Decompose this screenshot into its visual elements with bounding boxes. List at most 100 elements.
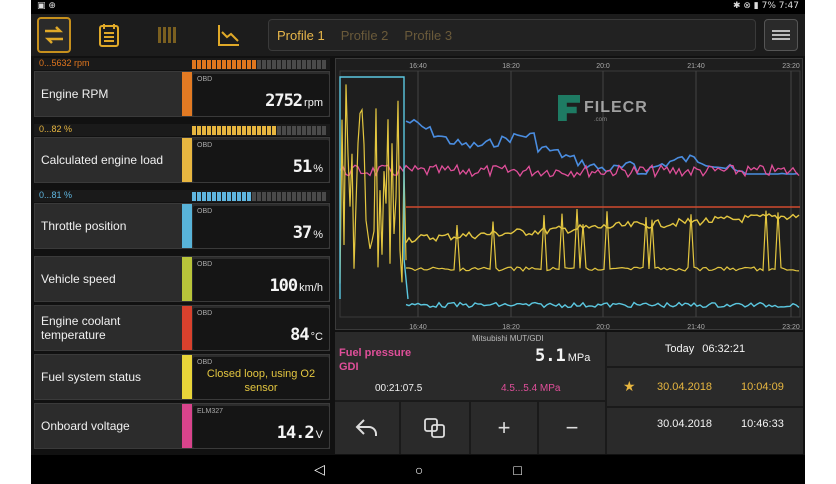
- gauge-label: Throttle position: [41, 219, 127, 233]
- level-segment: [197, 60, 201, 69]
- gauge-value-box: OBD Closed loop, using O2 sensor: [193, 357, 329, 399]
- level-segment: [262, 60, 266, 69]
- value-unit: %: [313, 163, 323, 175]
- info-panel: Fuel pressure GDI Mitsubishi MUT/GDI 5.1…: [335, 332, 803, 454]
- gauge-coolant-temperature[interactable]: Engine coolant temperature OBD 84 °C: [34, 305, 330, 351]
- value-number: 100: [269, 276, 298, 296]
- level-segment: [257, 126, 261, 135]
- color-strip: [182, 257, 192, 301]
- tick-label: 16:40: [409, 63, 427, 70]
- back-button[interactable]: [335, 402, 399, 454]
- level-segment: [207, 192, 211, 201]
- throttle-range: 0...81 %: [39, 190, 73, 200]
- starred-session-row[interactable]: ★ 30.04.2018 10:04:09: [607, 368, 803, 406]
- level-segment: [282, 192, 286, 201]
- sheet-button[interactable]: [87, 17, 131, 53]
- level-segment: [272, 192, 276, 201]
- fuel-source: Mitsubishi MUT/GDI: [472, 334, 544, 343]
- throttle-level-bar: [192, 192, 328, 201]
- tab-profile-2[interactable]: Profile 2: [341, 28, 389, 43]
- tab-profile-1[interactable]: Profile 1: [277, 28, 325, 43]
- level-segment: [222, 60, 226, 69]
- watermark-logo: [558, 95, 580, 121]
- gauge-label: Fuel system status: [41, 370, 142, 384]
- rpm-level-bar: [192, 60, 328, 69]
- level-segment: [222, 126, 226, 135]
- value-unit: rpm: [304, 97, 323, 109]
- level-segment: [242, 60, 246, 69]
- level-segment: [247, 192, 251, 201]
- gauge-engine-rpm[interactable]: Engine RPM OBD 2752 rpm: [34, 71, 330, 117]
- trend-chart[interactable]: 16:40 18:20 20:0 21:40 23:20 16:40 18:20 20:0 2…: [335, 58, 803, 331]
- gauge-value-box: OBD 37%: [193, 206, 329, 248]
- gauge-source: OBD: [197, 142, 213, 149]
- level-segment: [222, 192, 226, 201]
- value-number: 2752: [265, 91, 303, 111]
- level-segment: [232, 60, 236, 69]
- gauge-value: 2752 rpm: [265, 91, 323, 111]
- value-number: 51: [292, 157, 313, 177]
- series-line-pink: [339, 163, 800, 179]
- gauge-throttle-position[interactable]: Throttle position OBD 37%: [34, 203, 330, 249]
- tick-label: 23:20: [782, 324, 800, 331]
- notification-icons: ▣ ⊕: [37, 1, 56, 11]
- sheet-icon: [99, 24, 119, 47]
- graph-button[interactable]: [207, 17, 251, 53]
- gauge-value-box: ELM327 14.2 V: [193, 406, 329, 448]
- clock: 7:47: [778, 1, 799, 11]
- session-row[interactable]: 30.04.2018 10:46:33: [607, 408, 803, 454]
- zoom-out-button[interactable]: −: [539, 402, 605, 454]
- level-segment: [247, 60, 251, 69]
- tab-profile-3[interactable]: Profile 3: [404, 28, 452, 43]
- status-bar: ▣ ⊕ ✱ ⊗ ▮ 7% 7:47: [31, 0, 805, 14]
- menu-button[interactable]: [764, 19, 798, 51]
- gauge-vehicle-speed[interactable]: Vehicle speed OBD 100 km/h: [34, 256, 330, 302]
- fuel-pressure-panel[interactable]: Fuel pressure GDI Mitsubishi MUT/GDI 5.1…: [335, 332, 605, 400]
- grid-button[interactable]: [145, 17, 189, 53]
- recents-icon[interactable]: □: [513, 462, 521, 478]
- gauge-source: OBD: [197, 310, 213, 317]
- elapsed-duration: 00:21:07.5: [375, 383, 423, 394]
- zoom-in-button[interactable]: +: [471, 402, 537, 454]
- level-segment: [237, 192, 241, 201]
- today-row[interactable]: Today 06:32:21: [607, 332, 803, 366]
- gauge-value-box: OBD 51%: [193, 140, 329, 182]
- level-segment: [212, 60, 216, 69]
- fuel-range: 4.5...5.4 MPa: [501, 383, 561, 394]
- level-segment: [242, 192, 246, 201]
- menu-icon: [772, 28, 790, 42]
- graph-icon: [218, 25, 239, 46]
- back-icon[interactable]: ◁: [314, 461, 325, 478]
- tick-label: 20:0: [596, 324, 610, 331]
- gauge-engine-load[interactable]: Calculated engine load OBD 51%: [34, 137, 330, 183]
- gauge-text-value: Closed loop, using O2 sensor: [206, 368, 316, 394]
- value-unit: V: [315, 429, 323, 441]
- level-segment: [207, 126, 211, 135]
- level-segment: [237, 60, 241, 69]
- level-segment: [317, 192, 321, 201]
- level-segment: [307, 60, 311, 69]
- level-segment: [212, 192, 216, 201]
- level-segment: [302, 60, 306, 69]
- session-date: 30.04.2018: [657, 418, 713, 430]
- level-segment: [267, 192, 271, 201]
- swap-button[interactable]: [37, 17, 71, 53]
- level-segment: [252, 126, 256, 135]
- value-number: 14.2: [276, 423, 315, 443]
- copy-icon: [424, 418, 445, 438]
- copy-button[interactable]: [401, 402, 469, 454]
- series-line-blue: [405, 118, 799, 175]
- rpm-range: 0...5632 rpm: [39, 58, 90, 68]
- gauge-value: 14.2 V: [277, 423, 323, 443]
- level-segment: [192, 126, 196, 135]
- session-time: 10:46:33: [741, 418, 784, 430]
- status-right: ✱ ⊗ ▮ 7% 7:47: [733, 1, 799, 11]
- gauge-fuel-system-status[interactable]: Fuel system status OBD Closed loop, usin…: [34, 354, 330, 400]
- device-screen: ▣ ⊕ ✱ ⊗ ▮ 7% 7:47 Profile 1 Profile 2 Pr…: [31, 0, 805, 484]
- level-segment: [302, 126, 306, 135]
- home-icon[interactable]: ○: [415, 462, 423, 478]
- gauge-onboard-voltage[interactable]: Onboard voltage ELM327 14.2 V: [34, 403, 330, 449]
- level-segment: [297, 60, 301, 69]
- level-segment: [297, 126, 301, 135]
- level-segment: [217, 126, 221, 135]
